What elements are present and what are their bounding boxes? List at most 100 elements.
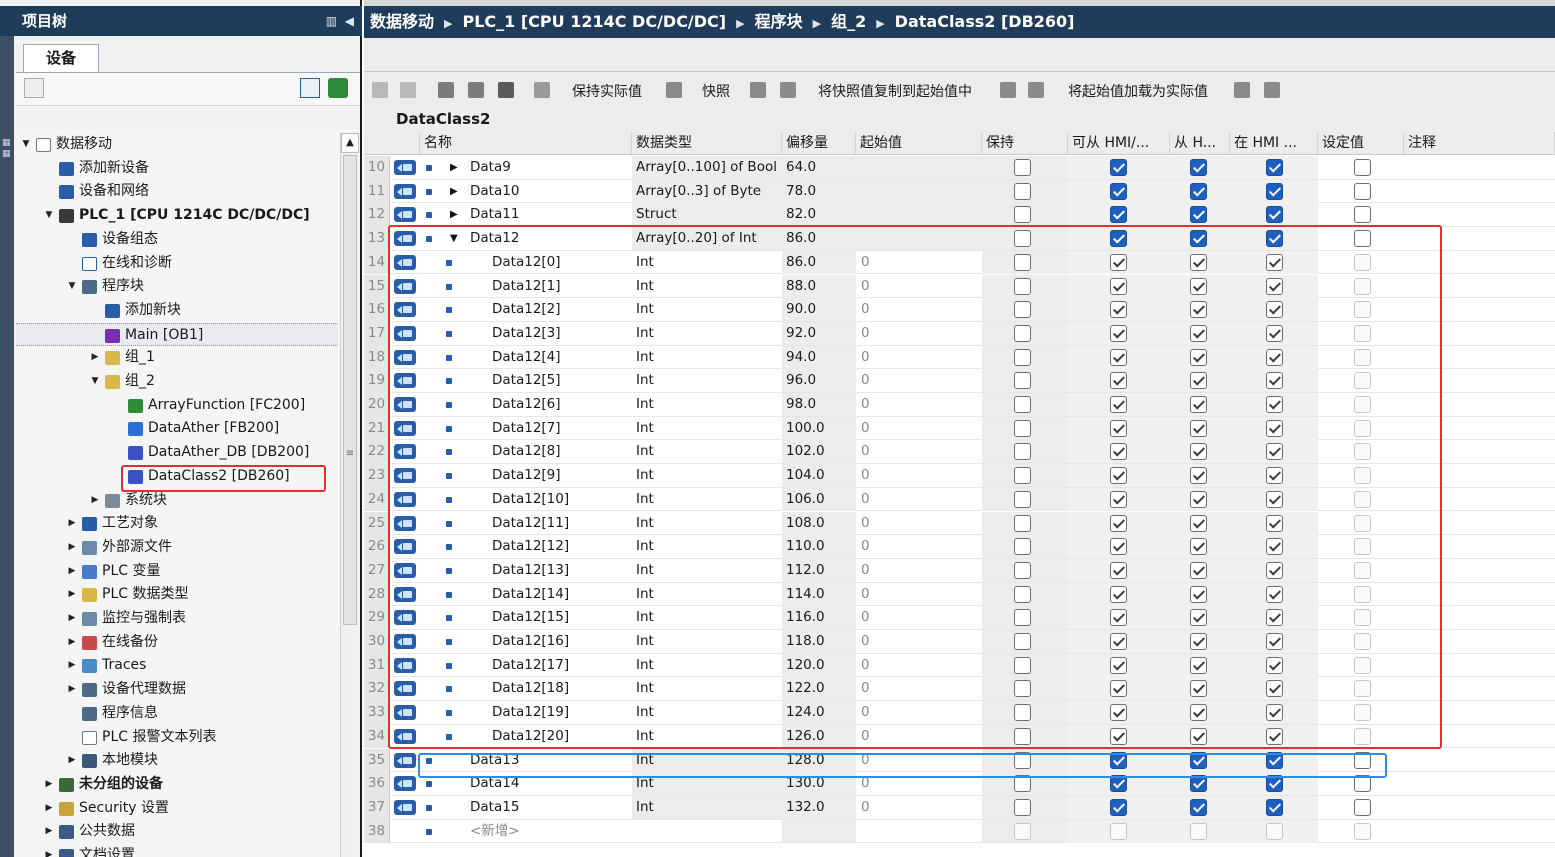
snapshot-button[interactable]: 快照 <box>702 81 730 101</box>
row-start-value[interactable]: 0 <box>861 796 870 819</box>
snapshot-icon[interactable] <box>750 82 766 98</box>
tree-item[interactable]: ▶ 监控与强制表 <box>16 607 338 630</box>
tree-item[interactable]: ▶ 本地模块 <box>16 749 338 772</box>
insert-row-icon[interactable] <box>372 82 388 98</box>
tree-item[interactable]: ▶ 工艺对象 <box>16 512 338 535</box>
row-expand-icon[interactable]: ▶ <box>450 180 458 203</box>
setpoint-checkbox[interactable] <box>1354 182 1371 200</box>
tree-item[interactable]: Main [OB1] <box>16 322 338 346</box>
breadcrumb-item[interactable]: DataClass2 [DB260] <box>895 12 1075 31</box>
row-datatype[interactable]: Array[0..3] of Byte <box>636 180 761 203</box>
tree-item[interactable]: ▶ 在线备份 <box>16 631 338 654</box>
hmi-visible-checkbox[interactable] <box>1190 206 1207 224</box>
breadcrumb-item[interactable]: 程序块 <box>755 12 803 31</box>
hmi-accessible-checkbox[interactable] <box>1110 206 1127 224</box>
retain-checkbox[interactable] <box>1014 159 1031 176</box>
load-start-icon[interactable] <box>1234 82 1250 98</box>
hmi-setpoint-checkbox[interactable] <box>1266 822 1283 840</box>
col-hmi-visible[interactable]: 从 H... <box>1170 132 1230 155</box>
tree-scrollbar[interactable]: ▲ ≡ <box>340 133 359 857</box>
add-row-icon[interactable] <box>400 82 416 98</box>
tab-devices[interactable]: 设备 <box>23 44 99 72</box>
expand-arrow-icon[interactable]: ▶ <box>43 797 55 820</box>
tree-item[interactable]: PLC 报警文本列表 <box>16 726 338 749</box>
expand-arrow-icon[interactable]: ▶ <box>43 844 55 857</box>
scroll-thumb[interactable] <box>343 155 357 625</box>
row-datatype[interactable]: Int <box>636 796 654 819</box>
keep-actual-icon[interactable] <box>666 82 682 98</box>
tree-item[interactable]: ▶ Security 设置 <box>16 797 338 820</box>
col-hmi-setpoint[interactable]: 在 HMI ... <box>1230 132 1318 155</box>
hmi-visible-checkbox[interactable] <box>1190 798 1207 816</box>
tree-item[interactable]: ▶ Traces <box>16 654 338 677</box>
breadcrumb-item[interactable]: PLC_1 [CPU 1214C DC/DC/DC] <box>462 12 726 31</box>
col-setpoint[interactable]: 设定值 <box>1318 132 1404 155</box>
retain-checkbox[interactable] <box>1014 206 1031 224</box>
retain-checkbox[interactable] <box>1014 798 1031 816</box>
setpoint-checkbox[interactable] <box>1354 798 1371 816</box>
hmi-accessible-checkbox[interactable] <box>1110 159 1127 176</box>
tree-item[interactable]: 添加新块 <box>16 299 338 322</box>
tree-item[interactable]: ▶ 公共数据 <box>16 820 338 843</box>
splitter-grip-icon[interactable]: ≡ <box>343 449 357 459</box>
table-row[interactable]: 11 ▶ Data10 Array[0..3] of Byte 78.0 <box>364 179 1555 204</box>
col-comment[interactable]: 注释 <box>1404 132 1555 155</box>
expand-arrow-icon[interactable]: ▶ <box>89 489 101 512</box>
tree-item[interactable]: 添加新设备 <box>16 157 338 180</box>
retain-checkbox[interactable] <box>1014 182 1031 200</box>
table-row[interactable]: 37 Data15 Int 132.0 0 <box>364 795 1555 820</box>
hmi-visible-checkbox[interactable] <box>1190 822 1207 840</box>
setpoint-checkbox[interactable] <box>1354 159 1371 176</box>
col-name[interactable]: 名称 <box>420 132 632 155</box>
row-name[interactable]: Data11 <box>470 203 519 226</box>
load-start2-icon[interactable] <box>1264 82 1280 98</box>
tree-item[interactable]: ▶ 文档设置 <box>16 844 338 857</box>
scroll-up-icon[interactable]: ▲ <box>341 133 359 153</box>
load-start-button[interactable]: 将起始值加载为实际值 <box>1068 81 1208 101</box>
col-hmi-accessible[interactable]: 可从 HMI/... <box>1068 132 1170 155</box>
breadcrumb-item[interactable]: 数据移动 <box>370 12 434 31</box>
hmi-setpoint-checkbox[interactable] <box>1266 159 1283 176</box>
row-name[interactable]: <新增> <box>470 820 520 843</box>
tree-item[interactable]: DataAther_DB [DB200] <box>16 441 338 464</box>
tree-item[interactable]: ▶ PLC 变量 <box>16 560 338 583</box>
col-start-value[interactable]: 起始值 <box>856 132 982 155</box>
expand-all-icon[interactable] <box>438 82 454 98</box>
tree-item[interactable]: ▶ 组_1 <box>16 346 338 369</box>
tree-item[interactable]: 设备组态 <box>16 228 338 251</box>
expand-arrow-icon[interactable]: ▶ <box>66 631 78 654</box>
row-expand-icon[interactable]: ▶ <box>450 203 458 226</box>
tree-item[interactable]: ▶ 外部源文件 <box>16 536 338 559</box>
copy-snapshot-icon[interactable] <box>1000 82 1016 98</box>
hmi-setpoint-checkbox[interactable] <box>1266 182 1283 200</box>
expand-arrow-icon[interactable]: ▶ <box>89 346 101 369</box>
hmi-accessible-checkbox[interactable] <box>1110 182 1127 200</box>
tree-item[interactable]: ▼ PLC_1 [CPU 1214C DC/DC/DC] <box>16 204 338 227</box>
table-row[interactable]: 10 ▶ Data9 Array[0..100] of Bool 64.0 <box>364 156 1555 180</box>
retain-checkbox[interactable] <box>1014 822 1031 840</box>
expand-arrow-icon[interactable]: ▶ <box>66 583 78 606</box>
expand-arrow-icon[interactable]: ▶ <box>66 607 78 630</box>
panel-controls[interactable]: ▥ ◀ <box>326 6 354 36</box>
tree-item[interactable]: ▶ 未分组的设备 <box>16 773 338 796</box>
col-retain[interactable]: 保持 <box>982 132 1068 155</box>
expand-arrow-icon[interactable]: ▶ <box>66 749 78 772</box>
collapse-arrow-icon[interactable]: ▼ <box>20 133 32 156</box>
tree-item[interactable]: DataAther [FB200] <box>16 417 338 440</box>
expand-arrow-icon[interactable]: ▶ <box>66 512 78 535</box>
tree-item[interactable]: 设备和网络 <box>16 180 338 203</box>
setpoint-checkbox[interactable] <box>1354 822 1371 840</box>
expand-arrow-icon[interactable]: ▶ <box>66 560 78 583</box>
table-row[interactable]: 38 <新增> <box>364 819 1555 844</box>
row-name[interactable]: Data9 <box>470 156 511 179</box>
row-name[interactable]: Data15 <box>470 796 519 819</box>
hmi-accessible-checkbox[interactable] <box>1110 822 1127 840</box>
hmi-visible-checkbox[interactable] <box>1190 159 1207 176</box>
hmi-visible-checkbox[interactable] <box>1190 182 1207 200</box>
expand-arrow-icon[interactable]: ▶ <box>43 773 55 796</box>
collapse-all-icon[interactable] <box>468 82 484 98</box>
overview-icon[interactable] <box>300 78 320 98</box>
snapshot2-icon[interactable] <box>780 82 796 98</box>
col-datatype[interactable]: 数据类型 <box>632 132 782 155</box>
monitor-icon[interactable] <box>534 82 550 98</box>
